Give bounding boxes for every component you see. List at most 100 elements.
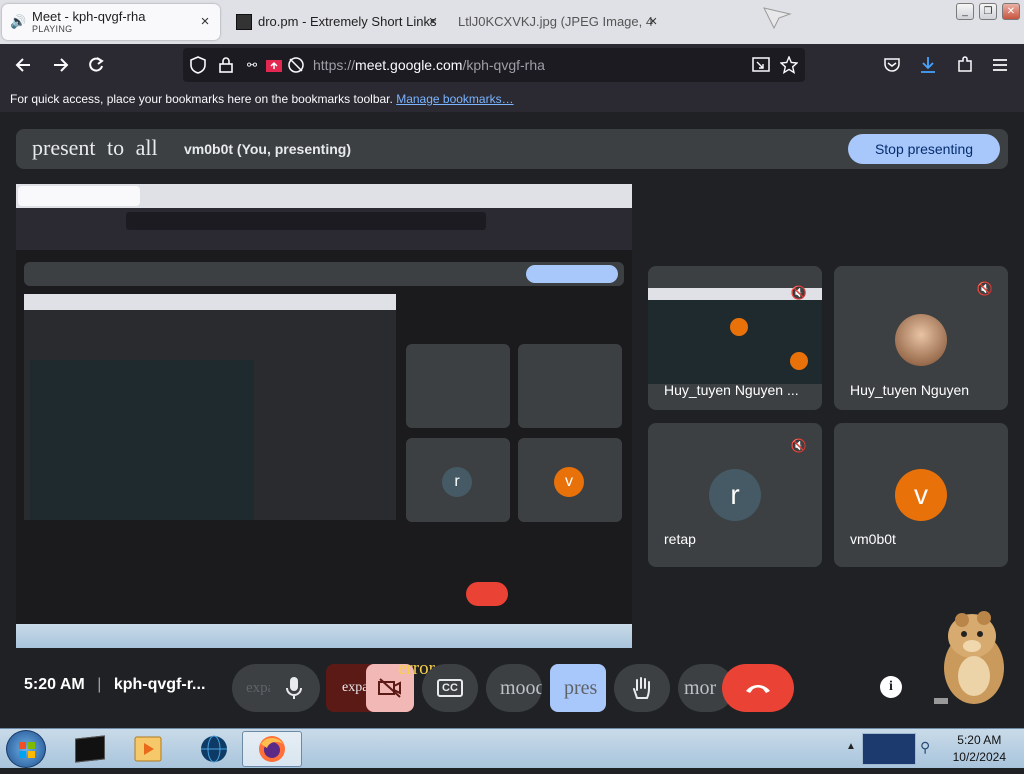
back-arrow-icon[interactable]	[12, 54, 34, 76]
meeting-time-and-code: 5:20 AM | kph-qvgf-r...	[24, 676, 206, 693]
mood-label: mood	[500, 676, 542, 699]
network-icon[interactable]: ⚲	[920, 739, 936, 757]
avatar: r	[709, 469, 761, 521]
close-tab-icon[interactable]: ×	[196, 13, 214, 30]
nested-stage-2	[30, 360, 254, 520]
picture-in-picture-icon[interactable]	[750, 54, 772, 76]
nested-controls	[24, 532, 204, 552]
present-button[interactable]: pres	[550, 664, 606, 712]
windows-logo-icon	[19, 742, 35, 758]
nested-tab-bar-2	[24, 294, 396, 310]
presenting-bar: present to all vm0b0t (You, presenting) …	[16, 129, 1008, 169]
captions-cc-icon: CC	[437, 679, 463, 697]
meeting-info-icon[interactable]: i	[880, 676, 902, 698]
tab-jpeg[interactable]: LtlJ0KCXVKJ.jpg (JPEG Image, 4 ×	[452, 4, 662, 40]
taskbar-app-globe[interactable]	[188, 731, 240, 767]
microphone-button[interactable]	[270, 664, 318, 712]
preview-avatar	[790, 352, 808, 370]
menu-hamburger-icon[interactable]	[989, 54, 1011, 76]
participant-tile-retap[interactable]: r 🔇 retap	[648, 423, 822, 567]
start-button[interactable]	[6, 730, 46, 768]
presenter-label: vm0b0t (You, presenting)	[184, 141, 351, 157]
globe-icon	[201, 735, 227, 763]
firefox-icon	[259, 736, 285, 762]
nested-tile	[518, 344, 622, 428]
lock-icon[interactable]	[215, 54, 237, 76]
end-call-button[interactable]	[722, 664, 794, 712]
taskbar-app-media[interactable]	[122, 731, 174, 767]
system-clock[interactable]: 5:20 AM 10/2/2024	[953, 732, 1006, 766]
nested-taskbar	[16, 624, 632, 648]
download-icon[interactable]	[917, 54, 939, 76]
microphone-icon	[286, 677, 302, 699]
tab-dro[interactable]: dro.pm - Extremely Short Links ×	[232, 4, 442, 40]
mic-off-icon: 🔇	[976, 281, 994, 296]
system-date: 10/2/2024	[952, 750, 1006, 764]
camera-blocked-icon[interactable]	[285, 54, 307, 76]
media-player-icon	[134, 736, 162, 762]
participant-tile-screen[interactable]: 🔇 Huy_tuyen Nguyen ...	[648, 266, 822, 410]
arrow-cursor-icon	[763, 7, 792, 30]
stop-presenting-button[interactable]: Stop presenting	[848, 134, 1000, 164]
url-text[interactable]: https://meet.google.com/kph-qvgf-rha	[313, 57, 545, 73]
dro-favicon-icon	[236, 14, 252, 30]
manage-bookmarks-link[interactable]: Manage bookmarks…	[396, 92, 513, 106]
shared-screen-stage: r v	[16, 184, 632, 648]
bookmarks-toolbar: For quick access, place your bookmarks h…	[0, 86, 1024, 112]
captions-button[interactable]: CC	[422, 664, 478, 712]
url-bar[interactable]: ⚯ https://meet.google.com/kph-qvgf-rha	[183, 48, 805, 82]
speaker-icon: 🔊	[10, 14, 27, 29]
camera-slash-glyph	[378, 678, 401, 698]
nested-avatar: r	[442, 467, 472, 497]
tray-expand-icon[interactable]: ▲	[846, 741, 856, 752]
close-tab-icon[interactable]: ×	[644, 13, 662, 30]
more-label: mor	[684, 676, 717, 699]
tab-dro-title: dro.pm - Extremely Short Links	[258, 14, 437, 29]
nav-bar: ⚯ https://meet.google.com/kph-qvgf-rha	[0, 44, 1024, 86]
hang-up-icon	[746, 685, 770, 693]
raise-hand-button[interactable]	[614, 664, 670, 712]
close-window-button[interactable]: ✕	[1002, 3, 1020, 20]
tab-meet-status: PLAYING	[32, 24, 73, 34]
mic-off-icon: 🔇	[790, 438, 808, 453]
terminal-icon	[75, 735, 105, 763]
participant-tile-vm0b0t[interactable]: v vm0b0t	[834, 423, 1008, 567]
participant-tile-photo[interactable]: 🔇 Huy_tuyen Nguyen	[834, 266, 1008, 410]
forward-arrow-icon[interactable]	[50, 54, 72, 76]
screen-share-indicator-icon[interactable]	[263, 56, 285, 78]
nested-end-call	[466, 582, 508, 606]
bookmarks-hint: For quick access, place your bookmarks h…	[10, 92, 393, 106]
tab-meet[interactable]: 🔊 Meet - kph-qvgf-rha PLAYING ×	[2, 4, 220, 40]
nested-tile	[406, 344, 510, 428]
reload-icon[interactable]	[85, 54, 107, 76]
participant-name: vm0b0t	[850, 531, 896, 547]
url-path: /kph-qvgf-rha	[462, 57, 545, 73]
tab-bar: 🔊 Meet - kph-qvgf-rha PLAYING × dro.pm -…	[0, 0, 1024, 44]
taskbar: ▲ ⚲ 5:20 AM 10/2/2024	[0, 728, 1024, 768]
profile-photo-avatar	[895, 314, 947, 366]
nested-stop-button	[526, 265, 618, 283]
participant-name: retap	[664, 531, 696, 547]
preview-avatar	[730, 318, 748, 336]
taskbar-app-firefox[interactable]	[242, 731, 302, 767]
pocket-icon[interactable]	[881, 54, 903, 76]
bookmark-star-icon[interactable]	[778, 54, 800, 76]
raise-hand-icon	[633, 677, 650, 699]
permissions-icon[interactable]: ⚯	[241, 54, 263, 76]
meeting-title: present to all	[32, 135, 158, 160]
meet-content: present to all vm0b0t (You, presenting) …	[0, 112, 1024, 728]
close-tab-icon[interactable]: ×	[424, 13, 442, 30]
nested-avatar: v	[554, 467, 584, 497]
tray-app-thumbnail[interactable]	[862, 733, 916, 765]
nested-bookmarks	[16, 234, 632, 250]
minimize-button[interactable]: _	[956, 3, 974, 20]
mood-button[interactable]: mood	[486, 664, 542, 712]
tab-jpeg-title: LtlJ0KCXVKJ.jpg (JPEG Image, 4	[458, 14, 654, 29]
system-time: 5:20 AM	[957, 733, 1002, 747]
maximize-button[interactable]: ❐	[979, 3, 997, 20]
shield-icon[interactable]	[187, 54, 209, 76]
url-host: meet.google.com	[355, 57, 463, 73]
taskbar-app-terminal[interactable]	[64, 731, 116, 767]
extensions-puzzle-icon[interactable]	[954, 54, 976, 76]
meeting-code: kph-qvgf-r...	[113, 676, 206, 693]
